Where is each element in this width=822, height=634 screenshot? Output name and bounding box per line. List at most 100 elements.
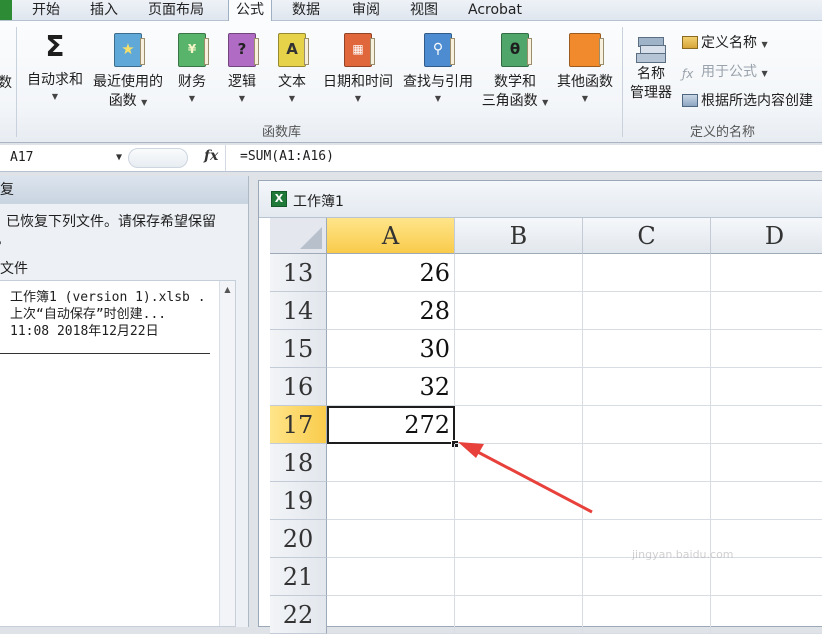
create-from-selection-button[interactable]: 根据所选内容创建: [682, 92, 813, 110]
cell-b16[interactable]: [455, 368, 583, 406]
cell-c13[interactable]: [583, 254, 711, 292]
use-in-formula-button[interactable]: ƒx 用于公式 ▼: [682, 63, 768, 81]
name-manager-button[interactable]: 名称 管理器: [628, 21, 674, 103]
cell-c14[interactable]: [583, 292, 711, 330]
tab-view[interactable]: 视图: [410, 0, 438, 20]
chevron-down-icon[interactable]: ▼: [116, 147, 122, 169]
row-header-22[interactable]: 22: [270, 596, 327, 634]
text-functions-label: 文本: [278, 74, 306, 90]
cell-b22[interactable]: [455, 596, 583, 634]
cell-c17[interactable]: [583, 406, 711, 444]
cell-a22[interactable]: [327, 596, 455, 634]
cell-b17[interactable]: [455, 406, 583, 444]
cell-c16[interactable]: [583, 368, 711, 406]
row-header-20[interactable]: 20: [270, 520, 327, 558]
cell-d17[interactable]: [711, 406, 822, 444]
cell-b13[interactable]: [455, 254, 583, 292]
cell-b20[interactable]: [455, 520, 583, 558]
row-header-18[interactable]: 18: [270, 444, 327, 482]
date-time-button[interactable]: ▦ 日期和时间 ▼: [320, 21, 396, 106]
row-header-17[interactable]: 17: [270, 406, 327, 444]
more-functions-label: 其他函数: [557, 74, 613, 90]
tab-formulas[interactable]: 公式: [228, 0, 272, 21]
file-tab[interactable]: [0, 0, 12, 20]
autosum-button[interactable]: Σ 自动求和 ▼: [24, 21, 86, 104]
more-functions-button[interactable]: 其他函数 ▼: [554, 21, 616, 106]
text-functions-button[interactable]: A 文本 ▼: [272, 21, 312, 106]
row-header-19[interactable]: 19: [270, 482, 327, 520]
cell-a14[interactable]: 28: [327, 292, 455, 330]
recovered-file-item[interactable]: 工作簿1 (version 1).xlsb . 上次“自动保存”时创建... 1…: [10, 289, 206, 340]
cell-b15[interactable]: [455, 330, 583, 368]
book-financial-icon: ¥: [178, 33, 209, 67]
cell-d18[interactable]: [711, 444, 822, 482]
tab-page-layout[interactable]: 页面布局: [148, 0, 204, 20]
column-header-c[interactable]: C: [583, 218, 711, 254]
name-box[interactable]: A17 ▼: [0, 147, 126, 169]
row-header-13[interactable]: 13: [270, 254, 327, 292]
tab-acrobat[interactable]: Acrobat: [468, 0, 522, 20]
chevron-down-icon: ▼: [51, 92, 59, 101]
scroll-up-icon[interactable]: ▲: [220, 285, 235, 294]
recently-used-button[interactable]: ★ 最近使用的 函数 ▼: [90, 21, 166, 111]
ribbon-formulas: 数 Σ 自动求和 ▼ ★ 最近使用的 函数 ▼ ¥ 财务 ▼ ? 逻辑 ▼ A …: [0, 21, 822, 143]
cell-a18[interactable]: [327, 444, 455, 482]
cell-a21[interactable]: [327, 558, 455, 596]
cell-a13[interactable]: 26: [327, 254, 455, 292]
chevron-down-icon: ▼: [761, 69, 768, 78]
cell-c21[interactable]: [583, 558, 711, 596]
tab-review[interactable]: 审阅: [352, 0, 380, 20]
lookup-reference-button[interactable]: ⚲ 查找与引用 ▼: [400, 21, 476, 106]
date-time-label: 日期和时间: [323, 74, 393, 90]
math-trig-button[interactable]: θ 数学和 三角函数 ▼: [480, 21, 550, 111]
cell-a20[interactable]: [327, 520, 455, 558]
cell-c15[interactable]: [583, 330, 711, 368]
lookup-reference-label: 查找与引用: [403, 74, 473, 90]
function-library-group-label: 函数库: [262, 125, 302, 140]
active-cell-a17[interactable]: 272: [327, 406, 455, 444]
column-header-b[interactable]: B: [455, 218, 583, 254]
cell-d15[interactable]: [711, 330, 822, 368]
recovery-list-scrollbar[interactable]: ▲: [219, 281, 235, 626]
cell-a16[interactable]: 32: [327, 368, 455, 406]
row-header-14[interactable]: 14: [270, 292, 327, 330]
cell-d21[interactable]: [711, 558, 822, 596]
define-name-label: 定义名称: [701, 35, 757, 51]
tab-insert[interactable]: 插入: [90, 0, 118, 20]
cell-a15[interactable]: 30: [327, 330, 455, 368]
chevron-down-icon: ▼: [188, 94, 196, 103]
recovered-files-list: 工作簿1 (version 1).xlsb . 上次“自动保存”时创建... 1…: [0, 280, 236, 627]
cell-b21[interactable]: [455, 558, 583, 596]
select-all-button[interactable]: [270, 218, 327, 254]
cell-d13[interactable]: [711, 254, 822, 292]
cell-b14[interactable]: [455, 292, 583, 330]
insert-function-button-partial[interactable]: 数: [0, 74, 12, 93]
formula-input[interactable]: =SUM(A1:A16): [240, 149, 334, 164]
formula-bar: A17 ▼ fx =SUM(A1:A16): [0, 145, 822, 172]
row-header-21[interactable]: 21: [270, 558, 327, 596]
cell-d14[interactable]: [711, 292, 822, 330]
financial-button[interactable]: ¥ 财务 ▼: [172, 21, 212, 106]
cell-d19[interactable]: [711, 482, 822, 520]
row-header-16[interactable]: 16: [270, 368, 327, 406]
column-header-a[interactable]: A: [327, 218, 455, 254]
document-recovery-pane: 复 已恢复下列文件。请保存希望保留 。 文件 工作簿1 (version 1).…: [0, 176, 249, 627]
tab-data[interactable]: 数据: [292, 0, 320, 20]
cell-d22[interactable]: [711, 596, 822, 634]
define-name-button[interactable]: 定义名称 ▼: [682, 34, 768, 52]
cell-c18[interactable]: [583, 444, 711, 482]
cell-a19[interactable]: [327, 482, 455, 520]
row-header-15[interactable]: 15: [270, 330, 327, 368]
formula-bar-resize-handle[interactable]: [128, 148, 188, 168]
tab-home[interactable]: 开始: [32, 0, 60, 20]
insert-function-fx-button[interactable]: fx: [204, 148, 218, 164]
cell-d16[interactable]: [711, 368, 822, 406]
cell-c22[interactable]: [583, 596, 711, 634]
logical-button[interactable]: ? 逻辑 ▼: [222, 21, 262, 106]
cell-b18[interactable]: [455, 444, 583, 482]
chevron-down-icon: ▼: [581, 94, 589, 103]
cell-c19[interactable]: [583, 482, 711, 520]
cell-b19[interactable]: [455, 482, 583, 520]
column-header-d[interactable]: D: [711, 218, 822, 254]
book-star-icon: ★: [114, 33, 145, 67]
